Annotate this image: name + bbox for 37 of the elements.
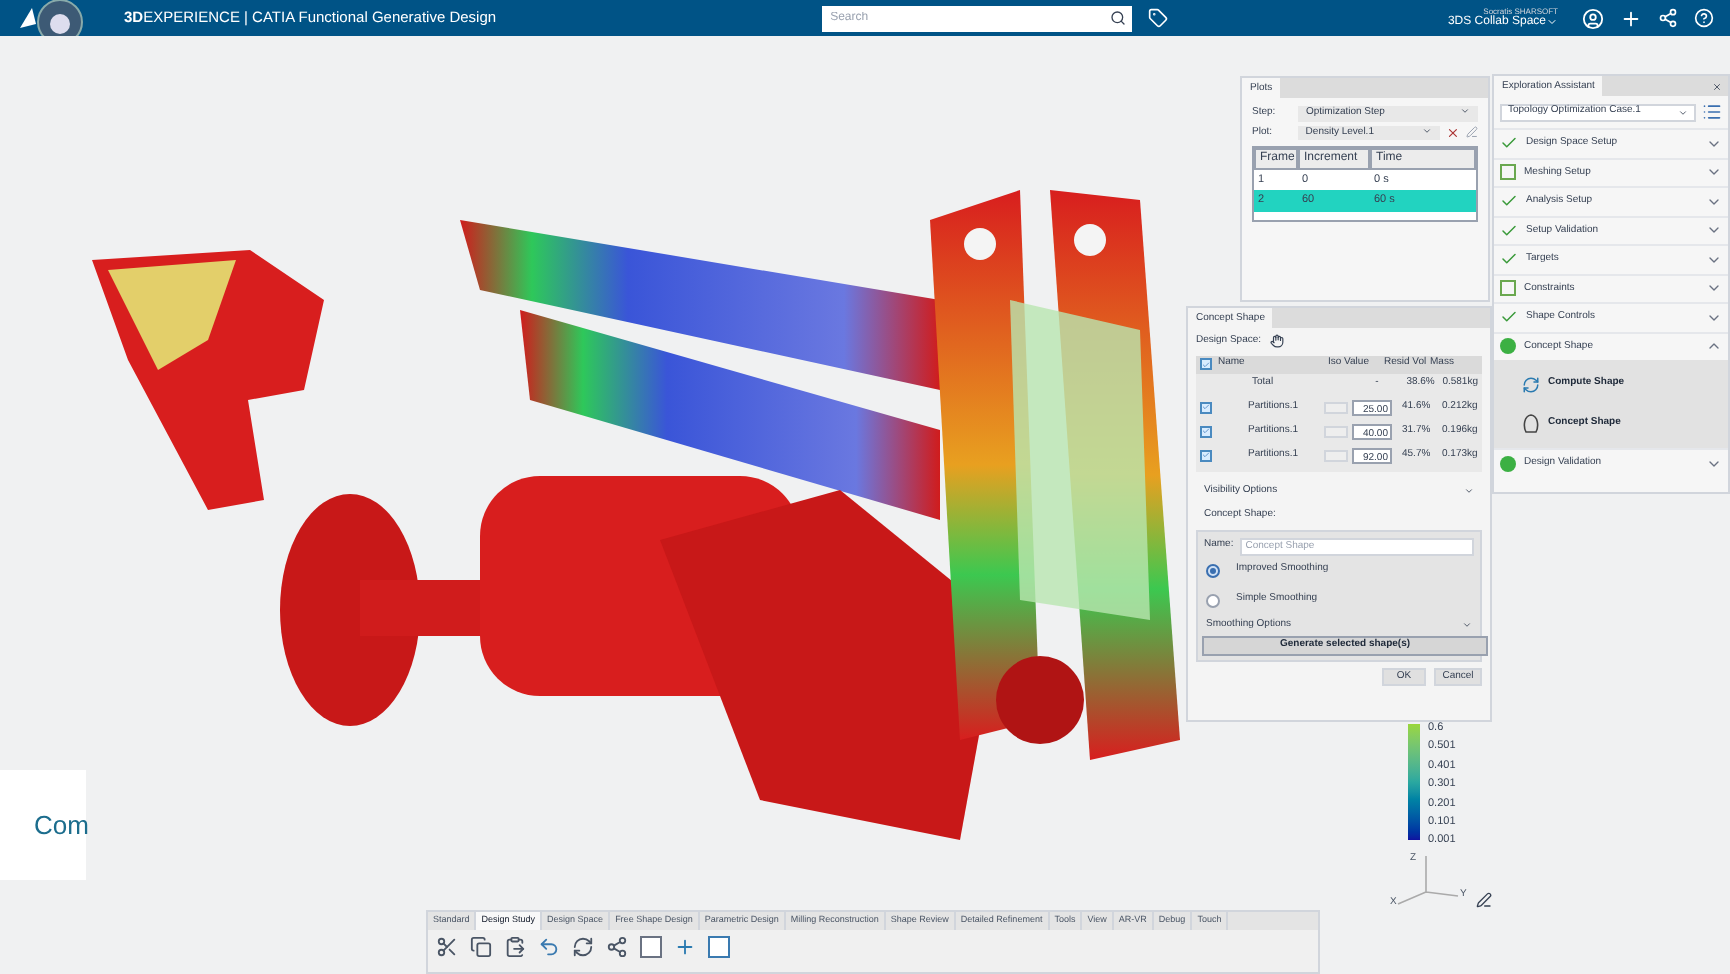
color-swatch[interactable] (1324, 401, 1348, 413)
window-icon[interactable] (708, 935, 730, 958)
scissors-icon[interactable] (436, 935, 458, 958)
caret-icon[interactable] (1462, 620, 1472, 630)
radio-icon[interactable] (1206, 563, 1220, 577)
checkbox[interactable] (1200, 425, 1212, 437)
caret-icon[interactable] (1422, 125, 1433, 135)
tag-icon[interactable] (1148, 8, 1169, 28)
radio-icon[interactable] (1206, 593, 1220, 607)
help-icon[interactable] (1694, 8, 1714, 28)
pen-icon[interactable] (1466, 126, 1478, 139)
checkbox[interactable] (1200, 401, 1212, 413)
update-icon[interactable] (572, 935, 594, 958)
checkbox[interactable] (1200, 449, 1212, 461)
paste-icon[interactable] (504, 935, 526, 958)
search-icon[interactable] (1110, 10, 1127, 26)
caret-icon[interactable] (1460, 106, 1470, 116)
checkbox[interactable] (1200, 358, 1212, 370)
side-text: Com (34, 807, 89, 844)
legend-color-bar (1408, 724, 1420, 840)
refresh-icon (1522, 375, 1540, 393)
color-swatch[interactable] (1324, 449, 1348, 461)
hand-cursor-icon (1269, 334, 1284, 349)
pen-cursor-icon (1476, 892, 1492, 908)
undo-icon[interactable] (538, 935, 560, 958)
share-icon[interactable] (606, 935, 628, 958)
caret-icon[interactable] (1546, 16, 1558, 28)
user-icon[interactable] (1582, 7, 1604, 29)
close-icon[interactable] (1446, 125, 1461, 140)
copy-icon[interactable] (470, 935, 492, 958)
list-icon[interactable] (1702, 102, 1722, 122)
shape-outline-icon (1522, 414, 1540, 434)
share-icon[interactable] (1658, 8, 1678, 28)
caret-icon[interactable] (1678, 107, 1688, 117)
add-icon[interactable] (1620, 7, 1642, 29)
color-swatch[interactable] (1324, 425, 1348, 437)
caret-icon[interactable] (1464, 485, 1474, 496)
